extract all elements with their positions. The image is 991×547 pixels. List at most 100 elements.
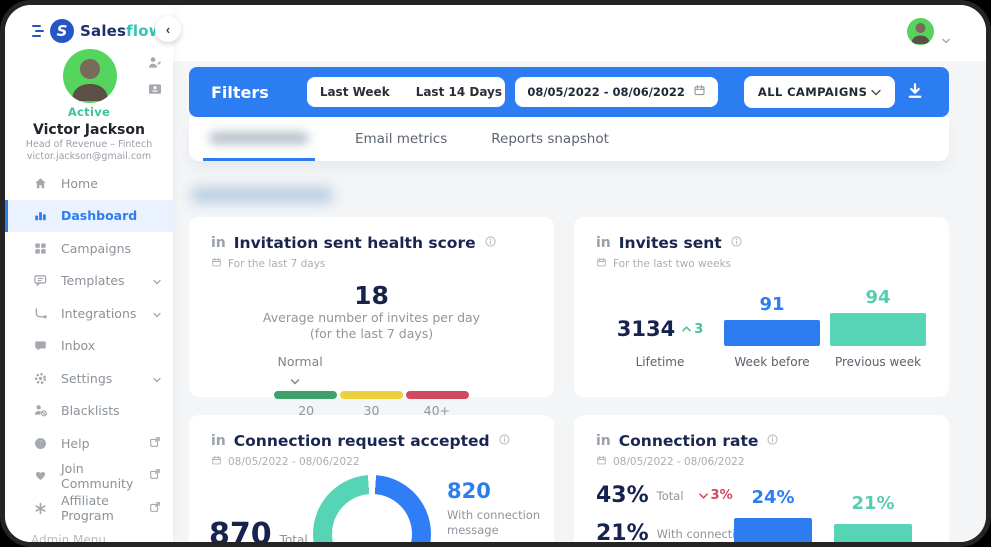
marker-caret-icon [290,370,470,389]
asterisk-icon [33,501,48,516]
sidebar-item-templates[interactable]: Templates [5,265,173,298]
card-title: Invitation sent health score [234,234,476,252]
status-badge: Active [5,105,173,119]
redacted-section-title [191,187,333,203]
calendar-icon [211,455,222,469]
user-avatar[interactable] [63,49,117,103]
dashboard-icon [33,208,48,223]
tab-email-metrics[interactable]: Email metrics [351,117,451,161]
week-before-bar [724,320,820,346]
lifetime-value: 3134 [617,317,675,341]
avatar-photo [63,49,117,103]
main-content: Filters Last Week Last 14 Days Last 30 D… [173,61,986,542]
id-card-icon[interactable] [147,81,163,97]
sidebar-item-blacklists[interactable]: Blacklists [5,395,173,428]
chevron-down-icon [871,85,881,99]
sidebar-item-join-community[interactable]: Join Community [5,460,173,493]
health-scale: Normal 20 30 40+ [274,351,470,418]
metrics-tabs: Email metrics Reports snapshot [189,117,949,161]
previous-week-value: 94 [865,287,890,308]
card-invites-sent: in Invites sent For the last two weeks 3… [574,217,949,397]
previous-week-bar [830,313,926,346]
help-icon: ? [33,436,48,451]
rate-delta: 3% [698,488,733,503]
chevron-down-icon [153,306,161,321]
card-title: Invites sent [619,234,722,252]
info-icon[interactable] [498,431,511,450]
topbar [173,5,986,61]
calendar-icon [211,257,222,271]
account-menu-caret-icon[interactable] [942,29,950,48]
tab-reports-snapshot[interactable]: Reports snapshot [487,117,613,161]
with-message-stat: 820 With connection message [447,479,567,538]
sidebar-collapse-button[interactable]: ‹ [155,16,181,42]
card-connection-rate: in Connection rate 08/05/2022 - 08/06/20… [574,415,949,542]
last-14-days-button[interactable]: Last 14 Days [403,77,506,107]
tab-linkedin-metrics-redacted[interactable] [203,117,315,161]
redacted-tab-label [209,132,309,144]
integrations-icon [33,306,48,321]
download-report-button[interactable] [905,81,925,103]
avatar-photo [907,18,934,45]
invites-bar-chart: 3134 3 Lifetime 91 Week before [596,287,927,369]
linkedin-icon: in [596,235,611,251]
quick-range-group: Last Week Last 14 Days Last 30 Days [307,77,506,107]
sidebar-item-dashboard[interactable]: Dashboard [5,200,173,233]
sidebar-item-integrations[interactable]: Integrations [5,297,173,330]
avg-invites-caption: Average number of invites per day (for t… [211,310,532,341]
templates-icon [33,273,48,288]
week-before-label: Week before [734,355,809,369]
topbar-avatar[interactable] [907,18,934,45]
card-invitation-health-score: in Invitation sent health score For the … [189,217,554,397]
user-email: victor.jackson@gmail.com [5,151,173,162]
accepted-donut-chart [313,475,431,542]
metric-cards-grid: in Invitation sent health score For the … [189,217,986,542]
inbox-icon [33,338,48,353]
info-icon[interactable] [730,233,743,252]
sidebar-item-affiliate-program[interactable]: Affiliate Program [5,492,173,525]
lifetime-label: Lifetime [636,355,685,369]
week-before-value: 91 [759,294,784,315]
card-period: For the last two weeks [613,258,731,270]
health-gradient-bar [274,391,470,399]
logo-speed-lines [35,30,44,32]
sidebar-item-help[interactable]: ? Help [5,427,173,460]
avg-invites-value: 18 [211,281,532,310]
external-link-icon [149,436,161,451]
info-icon[interactable] [484,233,497,252]
sidebar-item-campaigns[interactable]: Campaigns [5,232,173,265]
campaign-select[interactable]: ALL CAMPAIGNS [744,76,895,108]
card-period: For the last 7 days [228,258,325,270]
calendar-icon [596,257,607,271]
calendar-icon [596,455,607,469]
gear-icon [33,371,48,386]
sidebar: S Salesflow Active Victor Jackson Head o… [5,5,173,542]
card-period: 08/05/2022 - 08/06/2022 [613,456,745,468]
linkedin-icon: in [596,433,611,449]
health-marker-label: Normal [278,354,323,369]
last-week-button[interactable]: Last Week [307,77,403,107]
logo-mark: S [50,19,74,43]
sidebar-item-inbox[interactable]: Inbox [5,330,173,363]
chevron-down-icon [698,492,709,500]
info-icon[interactable] [766,431,779,450]
heart-icon [33,468,48,483]
user-role: Head of Revenue – Fintech [5,139,173,150]
card-title: Connection rate [619,432,759,450]
sidebar-nav: Home Dashboard Campaigns Templates Integ… [5,167,173,525]
chevron-up-icon [681,325,692,333]
linkedin-icon: in [211,235,226,251]
admin-menu-label: Admin Menu [31,533,106,542]
date-range-picker[interactable]: 08/05/2022 - 08/06/2022 [515,77,718,107]
sidebar-item-settings[interactable]: Settings [5,362,173,395]
campaigns-grid-icon [33,241,48,256]
external-link-icon [149,501,161,516]
filters-bar: Filters Last Week Last 14 Days Last 30 D… [189,67,949,117]
card-title: Connection request accepted [234,432,490,450]
accepted-total: 870 Total [209,517,308,542]
brand-name: Salesflow [80,22,163,40]
sidebar-item-home[interactable]: Home [5,167,173,200]
card-period: 08/05/2022 - 08/06/2022 [228,456,360,468]
user-edit-icon[interactable] [147,55,163,71]
external-link-icon [149,468,161,483]
